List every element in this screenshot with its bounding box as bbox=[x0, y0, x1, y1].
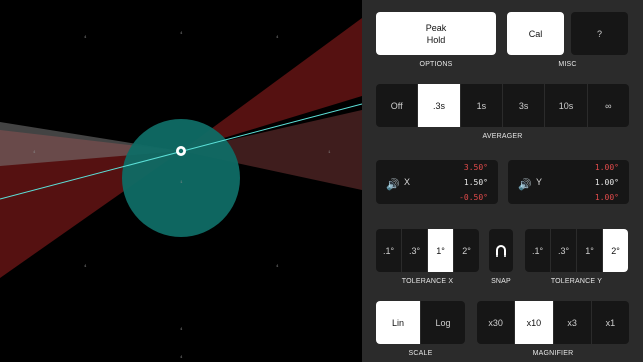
snap-button[interactable] bbox=[489, 229, 513, 272]
tolerance-x-option[interactable]: 1° bbox=[427, 229, 453, 272]
speaker-icon[interactable]: 🔊 bbox=[386, 178, 400, 191]
magnifier-caption: MAGNIFIER bbox=[532, 350, 574, 357]
tolerance-x-option[interactable]: 2° bbox=[453, 229, 479, 272]
readout-x-current: 1.50° bbox=[463, 178, 488, 187]
misc-caption: MISC bbox=[558, 61, 577, 68]
tolerance-y-selector: .1° .3° 1° 2° bbox=[525, 229, 628, 272]
averager-option-1s[interactable]: 1s bbox=[459, 84, 502, 127]
tolerance-y-option[interactable]: 2° bbox=[602, 229, 628, 272]
averager-selector: Off .3s 1s 3s 10s ∞ bbox=[376, 84, 629, 127]
averager-option-10s[interactable]: 10s bbox=[544, 84, 586, 127]
help-button[interactable]: ? bbox=[571, 12, 628, 55]
tolerance-x-caption: TOLERANCE X bbox=[401, 278, 454, 285]
tolerance-x-selector: .1° .3° 1° 2° bbox=[376, 229, 479, 272]
readout-y-max: 1.00° bbox=[594, 163, 619, 172]
readout-x-min: -0.50° bbox=[459, 193, 488, 202]
speaker-icon[interactable]: 🔊 bbox=[518, 178, 532, 191]
options-caption: OPTIONS bbox=[419, 61, 453, 68]
scale-selector: Lin Log bbox=[376, 301, 465, 344]
level-visualization: 4 4 4 4 1 1 4 4 4 4 bbox=[0, 0, 362, 362]
readout-x-max: 3.50° bbox=[463, 163, 488, 172]
tolerance-y-option[interactable]: .3° bbox=[550, 229, 576, 272]
target-circle bbox=[122, 119, 240, 237]
averager-option-off[interactable]: Off bbox=[376, 84, 417, 127]
tolerance-x-option[interactable]: .1° bbox=[376, 229, 401, 272]
snap-caption: SNAP bbox=[491, 278, 511, 285]
tolerance-y-option[interactable]: .1° bbox=[525, 229, 550, 272]
magnifier-option-x3[interactable]: x3 bbox=[552, 301, 591, 344]
scale-option-log[interactable]: Log bbox=[420, 301, 465, 344]
averager-option-3s[interactable]: 3s bbox=[501, 84, 544, 127]
tolerance-x-option[interactable]: .3° bbox=[401, 229, 427, 272]
averager-option-0.3s[interactable]: .3s bbox=[417, 84, 460, 127]
readout-y-min: 1.00° bbox=[594, 193, 619, 202]
magnet-icon bbox=[496, 244, 506, 257]
magnifier-selector: x30 x10 x3 x1 bbox=[477, 301, 629, 344]
control-panel: Peak Hold OPTIONS Cal ? MISC Off .3s 1s … bbox=[362, 0, 643, 362]
averager-option-infinite[interactable]: ∞ bbox=[586, 84, 629, 127]
scale-caption: SCALE bbox=[408, 350, 433, 357]
averager-caption: AVERAGER bbox=[482, 133, 523, 140]
peak-hold-button[interactable]: Peak Hold bbox=[376, 12, 496, 55]
magnifier-option-x30[interactable]: x30 bbox=[477, 301, 514, 344]
tolerance-y-option[interactable]: 1° bbox=[576, 229, 602, 272]
readout-x[interactable]: 🔊 X 3.50° 1.50° -0.50° bbox=[376, 160, 498, 204]
tolerance-y-caption: TOLERANCE Y bbox=[550, 278, 603, 285]
readout-y-current: 1.00° bbox=[594, 178, 619, 187]
cal-button[interactable]: Cal bbox=[507, 12, 564, 55]
magnifier-option-x1[interactable]: x1 bbox=[590, 301, 629, 344]
scale-option-lin[interactable]: Lin bbox=[376, 301, 420, 344]
magnifier-option-x10[interactable]: x10 bbox=[514, 301, 553, 344]
axis-label-x: X bbox=[404, 177, 411, 187]
readout-y[interactable]: 🔊 Y 1.00° 1.00° 1.00° bbox=[508, 160, 629, 204]
axis-label-y: Y bbox=[536, 177, 543, 187]
